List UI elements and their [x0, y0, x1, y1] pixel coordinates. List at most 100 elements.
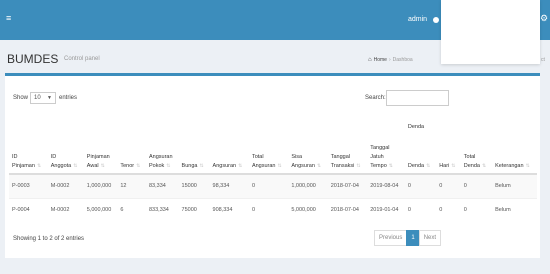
table-body: P-0003 M-0002 1,000,000 12 83,334 15000 98,334… [9, 173, 537, 222]
column-header-label: Pokok [148, 163, 165, 169]
table-cell: 833,334 [145, 197, 179, 222]
entries-per-page-select[interactable]: 10 ▼ [30, 92, 56, 104]
table-cell: 83,334 [145, 173, 179, 198]
sort-icon[interactable]: ⇅ [37, 163, 41, 169]
table-info: Showing 1 to 2 of 2 entries [13, 236, 85, 242]
home-icon: ⌂ [368, 57, 372, 63]
column-header-label: Tenor [120, 163, 135, 169]
column-header[interactable]: Angsuran ⇅ [209, 144, 249, 175]
data-table-box: Show 10 ▼ entries Search: Denda ID Pinjam… [5, 73, 540, 258]
user-menu-name[interactable]: admin [408, 16, 427, 23]
column-header-label: Total [251, 154, 264, 160]
column-header-label: Total [463, 154, 476, 160]
column-header-label: Awal [86, 163, 99, 169]
table-cell: 5,000,000 [288, 197, 328, 222]
menu-toggle-icon[interactable]: ≡ [6, 13, 11, 23]
table-cell: Belum [492, 197, 537, 222]
sort-icon[interactable]: ⇅ [238, 163, 242, 169]
table-cell: 0 [404, 197, 437, 222]
group-header-spacer [492, 120, 537, 144]
column-header[interactable]: Tanggal Jatuh Tempo ⇅ [367, 144, 405, 175]
column-header-label: Angsuran [148, 154, 173, 160]
sort-icon[interactable]: ⇅ [482, 163, 486, 169]
sort-icon[interactable]: ⇅ [166, 163, 170, 169]
user-avatar[interactable] [433, 17, 439, 23]
entries-select-value: 10 [34, 95, 41, 101]
table-cell: 75000 [178, 197, 210, 222]
sort-icon[interactable]: ⇅ [277, 163, 281, 169]
column-header[interactable]: Bunga ⇅ [178, 144, 210, 175]
sort-icon[interactable]: ⇅ [356, 163, 360, 169]
sort-icon[interactable]: ⇅ [101, 163, 105, 169]
sort-icon[interactable]: ⇅ [526, 163, 530, 169]
column-header-label: Jatuh [370, 154, 384, 160]
table-cell: 908,334 [209, 197, 249, 222]
column-header[interactable]: Sisa Angsuran ⇅ [288, 144, 328, 175]
table-cell: 5,000,000 [83, 197, 118, 222]
sort-icon[interactable]: ⇅ [317, 163, 321, 169]
table-cell: 0 [248, 173, 289, 198]
search-input[interactable] [386, 90, 449, 106]
table-cell: M-0002 [47, 173, 84, 198]
sort-icon[interactable]: ⇅ [451, 163, 455, 169]
column-header-row: ID Pinjaman ⇅ ID Anggota ⇅ Pinjaman Awal ⇅ Tenor ⇅… [9, 144, 537, 175]
group-header-denda: Denda [407, 124, 425, 130]
table-cell: 0 [436, 173, 461, 198]
column-header[interactable]: ID Anggota ⇅ [47, 144, 84, 175]
table-controls: Show 10 ▼ entries Search: [13, 90, 533, 106]
column-header-label: Hari [439, 163, 450, 169]
table-cell: 0 [404, 173, 437, 198]
breadcrumb-home[interactable]: Home [374, 57, 387, 63]
table-row[interactable]: P-0003 M-0002 1,000,000 12 83,334 15000 98,334… [9, 173, 537, 198]
page-1-button[interactable]: 1 [406, 230, 420, 246]
table-row[interactable]: P-0004 M-0002 5,000,000 6 833,334 75000 908,33… [9, 197, 537, 222]
column-header-label: Pinjaman [86, 154, 110, 160]
column-header[interactable]: Total Denda ⇅ [460, 144, 493, 175]
column-header-label: Denda [407, 163, 425, 169]
column-header[interactable]: Hari ⇅ [436, 144, 461, 175]
column-header[interactable]: Pinjaman Awal ⇅ [83, 144, 118, 175]
sort-icon[interactable]: ⇅ [389, 163, 393, 169]
column-header-label: Pinjaman [12, 163, 35, 169]
gear-icon[interactable]: ⚙ [540, 13, 548, 24]
column-header[interactable]: Total Angsuran ⇅ [248, 144, 289, 175]
breadcrumb: ⌂ Home › Dashboa [368, 57, 413, 63]
table-cell: 0 [248, 197, 289, 222]
loans-table: Denda ID Pinjaman ⇅ ID Anggota ⇅ Pinjaman Awal ⇅… [9, 120, 537, 222]
column-header-label: Keterangan [495, 163, 524, 169]
table-cell: 6 [117, 197, 146, 222]
column-header-label: ID [50, 154, 57, 160]
sort-icon[interactable]: ⇅ [426, 163, 430, 169]
table-cell: 98,334 [209, 173, 249, 198]
column-header[interactable]: Tenor ⇅ [117, 144, 146, 175]
column-header-label: Tanggal [330, 154, 351, 160]
next-page-button[interactable]: Next [418, 230, 442, 246]
column-header[interactable]: Denda ⇅ [404, 144, 437, 175]
column-header-label: Denda [463, 163, 480, 169]
column-header-label: Transaksi [330, 163, 355, 169]
table-cell: P-0004 [9, 197, 48, 222]
column-header[interactable]: Angsuran Pokok ⇅ [145, 144, 179, 175]
group-header-spacer [9, 120, 405, 144]
column-header[interactable]: Tanggal Transaksi ⇅ [327, 144, 368, 175]
edge-text: ct [541, 57, 545, 63]
breadcrumb-current: Dashboa [392, 57, 413, 63]
column-header-label: Tempo [370, 163, 387, 169]
column-header-label: Angsuran [212, 163, 237, 169]
sort-icon[interactable]: ⇅ [73, 163, 77, 169]
sort-icon[interactable]: ⇅ [136, 163, 140, 169]
user-dropdown-panel [441, 0, 540, 64]
table-cell: 0 [460, 197, 493, 222]
column-header-label: Anggota [50, 163, 72, 169]
show-label: Show [13, 95, 29, 101]
column-header-label: ID [12, 154, 18, 160]
breadcrumb-separator: › [388, 57, 391, 63]
column-header[interactable]: ID Pinjaman ⇅ [9, 144, 48, 175]
page-subtitle: Control panel [64, 56, 100, 62]
page-title: BUMDES [7, 52, 59, 66]
previous-page-button[interactable]: Previous [374, 230, 408, 246]
column-header[interactable]: Keterangan ⇅ [492, 144, 537, 175]
sort-icon[interactable]: ⇅ [199, 163, 203, 169]
search-label: Search: [365, 95, 386, 101]
table-cell: 1,000,000 [288, 173, 328, 198]
